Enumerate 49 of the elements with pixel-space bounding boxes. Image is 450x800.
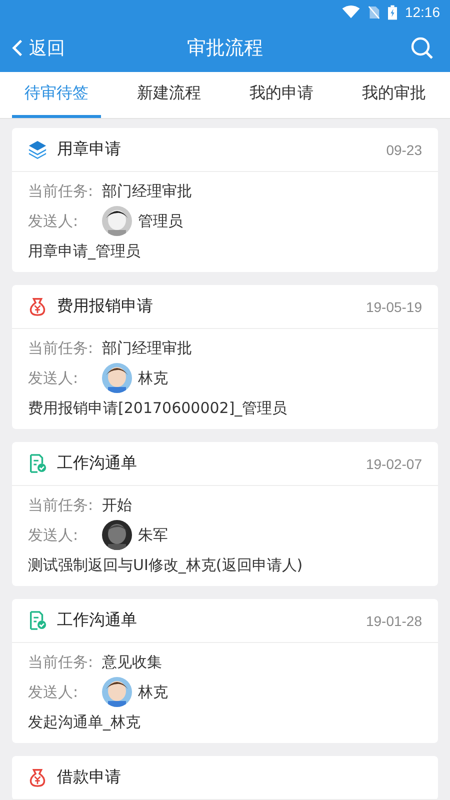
card-summary: 测试强制返回与UI修改_林克(返回申请人) bbox=[28, 556, 303, 574]
field-label: 当前任务: bbox=[28, 496, 94, 514]
money-bag-icon bbox=[28, 768, 47, 787]
approval-card[interactable]: 工作沟通单 19-02-07 当前任务: 开始 发送人: 朱军 测试强制返回与UI修改_林克(返回申请人) bbox=[12, 442, 438, 586]
layers-icon bbox=[28, 140, 47, 159]
card-date: 19-01-28 bbox=[366, 612, 422, 628]
card-title: 用章申请 bbox=[57, 139, 121, 160]
card-title: 工作沟通单 bbox=[57, 453, 137, 474]
wifi-icon bbox=[342, 5, 360, 19]
chevron-left-icon bbox=[12, 38, 23, 58]
field-label: 当前任务: bbox=[28, 182, 94, 200]
card-date: 19-02-07 bbox=[366, 456, 422, 472]
card-title: 工作沟通单 bbox=[57, 610, 137, 631]
card-summary: 费用报销申请[20170600002]_管理员 bbox=[28, 398, 288, 418]
approval-card[interactable]: 用章申请 09-23 当前任务: 部门经理审批 发送人: 管理员 用章申请_管理员 bbox=[12, 128, 438, 272]
card-summary: 发起沟通单_林克 bbox=[28, 712, 140, 732]
battery-icon bbox=[388, 4, 397, 20]
status-time: 12:16 bbox=[404, 4, 440, 20]
tab[interactable]: 我的申请 bbox=[237, 72, 326, 118]
tab[interactable]: 新建流程 bbox=[124, 72, 213, 118]
sender-name: 林克 bbox=[138, 682, 168, 702]
no-sim-icon bbox=[368, 4, 380, 20]
field-label: 发送人: bbox=[28, 368, 80, 388]
task-value: 开始 bbox=[102, 496, 132, 514]
card-date: 19-05-19 bbox=[366, 298, 422, 314]
sender-name: 朱军 bbox=[138, 526, 168, 544]
page-title: 审批流程 bbox=[187, 36, 263, 61]
sender-name: 林克 bbox=[138, 368, 168, 388]
approval-card[interactable]: 费用报销申请 19-05-19 当前任务: 部门经理审批 发送人: 林克 费用报销申请[20170600002]_管理员 bbox=[12, 285, 438, 429]
search-icon[interactable] bbox=[410, 36, 434, 60]
card-summary: 用章申请_管理员 bbox=[28, 242, 140, 260]
card-date: 09-23 bbox=[386, 142, 422, 158]
approval-card[interactable]: 借款申请 bbox=[12, 756, 438, 800]
field-label: 发送人: bbox=[28, 682, 80, 702]
field-label: 当前任务: bbox=[28, 338, 94, 358]
sender-name: 管理员 bbox=[138, 212, 183, 230]
money-bag-icon bbox=[28, 297, 47, 316]
card-title: 借款申请 bbox=[57, 767, 121, 788]
task-value: 部门经理审批 bbox=[102, 182, 192, 200]
tab[interactable]: 我的审批 bbox=[350, 72, 438, 118]
card-title: 费用报销申请 bbox=[57, 296, 153, 317]
field-label: 发送人: bbox=[28, 212, 80, 230]
approval-card[interactable]: 工作沟通单 19-01-28 当前任务: 意见收集 发送人: 林克 发起沟通单_林克 bbox=[12, 599, 438, 743]
task-value: 部门经理审批 bbox=[102, 338, 192, 358]
task-value: 意见收集 bbox=[102, 652, 162, 672]
document-check-icon bbox=[28, 611, 47, 630]
field-label: 发送人: bbox=[28, 526, 80, 544]
document-check-icon bbox=[28, 454, 47, 473]
field-label: 当前任务: bbox=[28, 652, 94, 672]
